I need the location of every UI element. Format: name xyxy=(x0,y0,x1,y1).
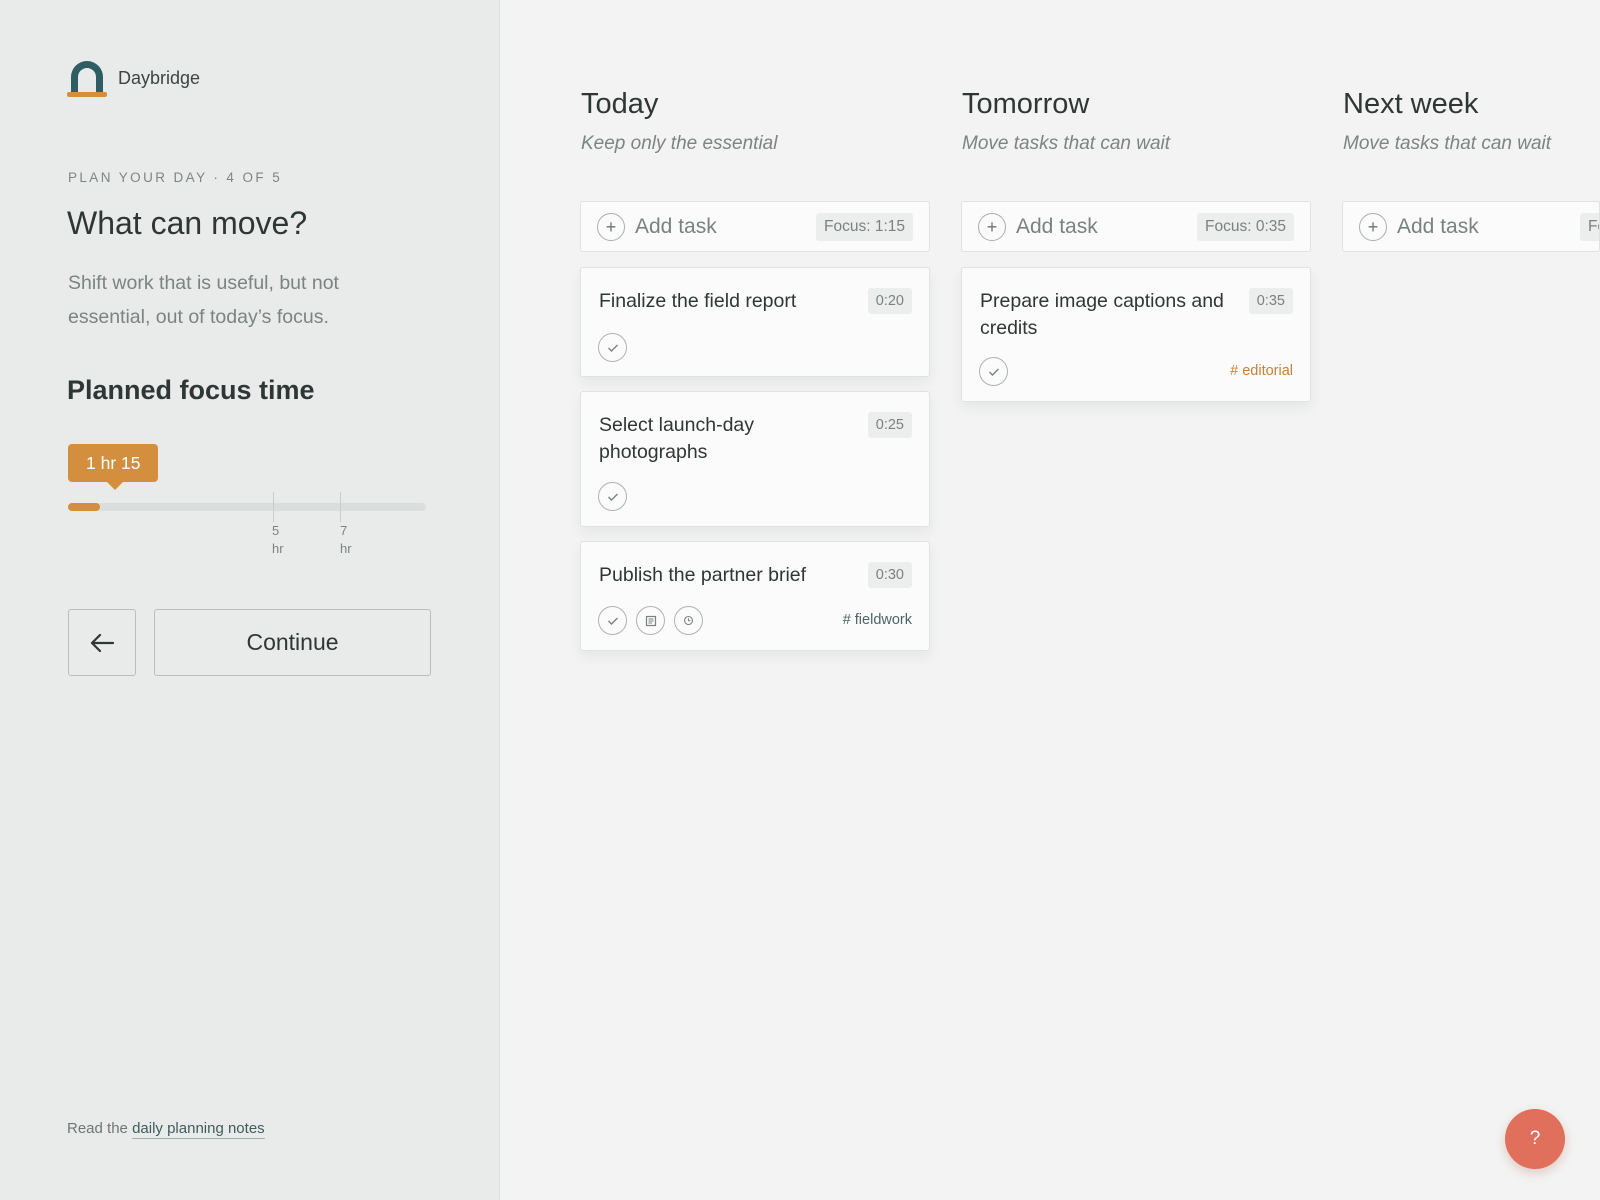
slider-tick-7 xyxy=(340,492,341,522)
tick-label-5-value: 5 xyxy=(272,523,280,538)
column-title: Today xyxy=(581,88,659,120)
sidebar: Daybridge PLAN YOUR DAY · 4 OF 5 What ca… xyxy=(0,0,500,1200)
task-card[interactable]: Select launch-day photographs 0:25 xyxy=(580,391,930,527)
column-today: Today Keep only the essential + Add task… xyxy=(580,88,930,651)
focus-time-slider[interactable] xyxy=(68,503,426,511)
brand: Daybridge xyxy=(66,57,200,99)
tick-label-7-unit: hr xyxy=(340,541,352,556)
clock-icon[interactable] xyxy=(674,606,703,635)
column-tomorrow: Tomorrow Move tasks that can wait + Add … xyxy=(961,88,1311,402)
add-task-label: Add task xyxy=(635,214,717,238)
task-card[interactable]: Finalize the field report 0:20 xyxy=(580,267,930,377)
continue-button[interactable]: Continue xyxy=(154,609,431,676)
step-description: Shift work that is useful, but not essen… xyxy=(68,272,339,328)
focus-total-badge: Focus: 0:35 xyxy=(1197,213,1294,241)
complete-check-icon[interactable] xyxy=(598,606,627,635)
task-duration-badge: 0:30 xyxy=(867,562,912,588)
task-title: Publish the partner brief xyxy=(599,564,807,586)
add-task-label: Add task xyxy=(1397,214,1479,238)
back-button[interactable] xyxy=(68,609,136,676)
task-tag[interactable]: # editorial xyxy=(1230,363,1293,379)
focus-section-title: Planned focus time xyxy=(67,375,315,405)
task-actions xyxy=(598,333,627,362)
task-actions xyxy=(598,606,703,635)
planning-notes-link[interactable]: daily planning notes xyxy=(132,1120,265,1139)
notes-icon[interactable] xyxy=(636,606,665,635)
column-title: Next week xyxy=(1343,88,1479,120)
add-task-label: Add task xyxy=(1016,214,1098,238)
tick-label-5: 5 hr xyxy=(272,522,284,558)
complete-check-icon[interactable] xyxy=(598,333,627,362)
slider-tick-5 xyxy=(273,492,274,522)
complete-check-icon[interactable] xyxy=(598,482,627,511)
column-next-week: Next week Move tasks that can wait + Add… xyxy=(1342,88,1600,252)
arch-logo-icon xyxy=(67,61,107,97)
focus-slider-fill xyxy=(68,503,101,511)
task-actions xyxy=(979,357,1008,386)
task-duration-badge: 0:25 xyxy=(867,412,912,438)
step-eyebrow: PLAN YOUR DAY · 4 OF 5 xyxy=(68,170,283,185)
task-actions xyxy=(598,482,627,511)
page-title: What can move? xyxy=(67,205,308,241)
add-task-button[interactable]: + Add task Focus: 0:35 xyxy=(961,201,1311,252)
column-subtitle: Keep only the essential xyxy=(581,133,778,154)
focus-total-badge: Focus: xyxy=(1580,213,1599,241)
add-task-button[interactable]: + Add task Focus: xyxy=(1342,201,1600,252)
plus-icon: + xyxy=(1359,212,1387,241)
column-title: Tomorrow xyxy=(962,88,1090,120)
footer-note: Read the daily planning notes xyxy=(67,1120,265,1139)
task-card[interactable]: Publish the partner brief 0:30 # fieldwo… xyxy=(580,541,930,651)
task-title: Finalize the field report xyxy=(599,290,797,312)
task-tag[interactable]: # fieldwork xyxy=(843,612,912,628)
planner-app: Daybridge PLAN YOUR DAY · 4 OF 5 What ca… xyxy=(0,0,1600,1200)
help-button[interactable]: ? xyxy=(1505,1109,1565,1169)
column-subtitle: Move tasks that can wait xyxy=(1343,133,1552,154)
plus-icon: + xyxy=(597,212,625,241)
task-card[interactable]: Prepare image captions and credits 0:35 … xyxy=(961,267,1311,402)
complete-check-icon[interactable] xyxy=(979,357,1008,386)
footer-prefix: Read the xyxy=(67,1120,128,1137)
brand-name: Daybridge xyxy=(118,67,201,88)
arrow-left-icon xyxy=(90,633,115,652)
tick-label-5-unit: hr xyxy=(272,541,284,556)
add-task-button[interactable]: + Add task Focus: 1:15 xyxy=(580,201,930,252)
task-title: Select launch-day photographs xyxy=(599,414,755,463)
task-duration-badge: 0:35 xyxy=(1248,288,1293,314)
task-duration-badge: 0:20 xyxy=(867,288,912,314)
task-title: Prepare image captions and credits xyxy=(980,290,1224,339)
column-subtitle: Move tasks that can wait xyxy=(962,133,1171,154)
tick-label-7: 7 hr xyxy=(340,522,352,558)
plus-icon: + xyxy=(978,212,1006,241)
tick-label-7-value: 7 xyxy=(340,523,348,538)
focus-total-badge: Focus: 1:15 xyxy=(816,213,913,241)
focus-value-tooltip: 1 hr 15 xyxy=(68,444,159,490)
